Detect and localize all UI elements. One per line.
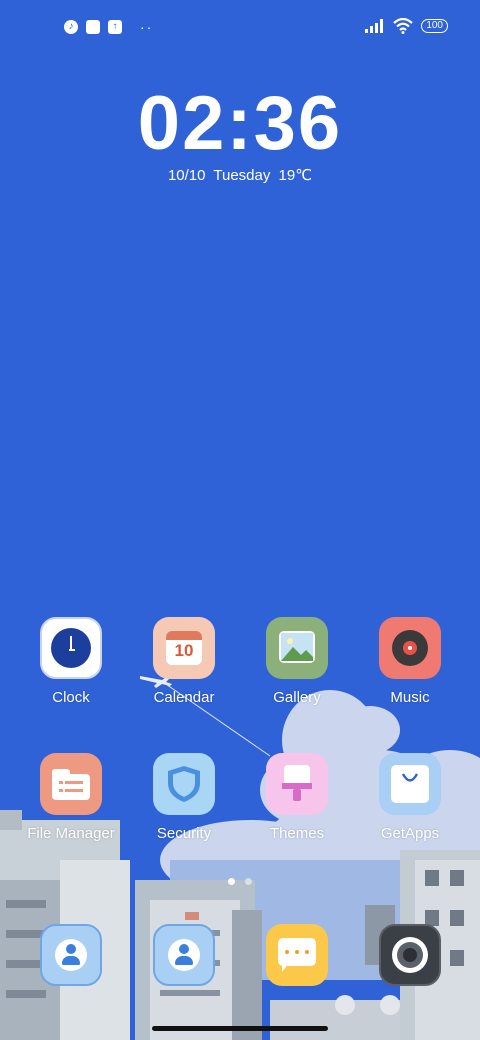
- app-music[interactable]: Music: [360, 617, 460, 706]
- signal-icon: [365, 19, 384, 33]
- music-icon: [379, 617, 441, 679]
- dock-camera[interactable]: [360, 924, 460, 986]
- app-label: Clock: [52, 689, 90, 706]
- clock-date[interactable]: 10/10 Tuesday 19℃: [0, 166, 480, 184]
- dock-messaging[interactable]: [247, 924, 347, 986]
- shopping-bag-icon: [379, 753, 441, 815]
- gallery-icon: [266, 617, 328, 679]
- app-label: File Manager: [27, 825, 115, 842]
- gesture-home-bar[interactable]: [152, 1026, 328, 1031]
- status-bar: ♪ ↑ ·· 100: [0, 14, 480, 42]
- app-getapps[interactable]: GetApps: [360, 753, 460, 842]
- dock-contacts[interactable]: [134, 924, 234, 986]
- app-security[interactable]: Security: [134, 753, 234, 842]
- app-label: Gallery: [273, 689, 321, 706]
- tiktok-icon: ♪: [64, 20, 78, 34]
- app-label: Calendar: [153, 689, 215, 706]
- clock-time[interactable]: 02:36: [0, 84, 480, 164]
- wifi-icon: [393, 18, 414, 34]
- system-icons: 100: [365, 18, 448, 34]
- page-dot-2[interactable]: [245, 878, 252, 885]
- paintbrush-icon: [266, 753, 328, 815]
- phone-icon: [40, 924, 102, 986]
- clock-icon: [40, 617, 102, 679]
- app-label: Security: [156, 825, 212, 842]
- app-label: Themes: [269, 825, 325, 842]
- shield-icon: [153, 753, 215, 815]
- app-file-manager[interactable]: File Manager: [21, 753, 121, 842]
- page-dot-1[interactable]: [228, 878, 235, 885]
- battery-indicator: 100: [421, 19, 448, 33]
- app-clock[interactable]: Clock: [21, 617, 121, 706]
- app-label: Music: [390, 689, 430, 706]
- folder-icon: [40, 753, 102, 815]
- message-icon: [266, 924, 328, 986]
- contacts-icon: [153, 924, 215, 986]
- calendar-icon: 10: [153, 617, 215, 679]
- notification-icons: ♪ ↑ ··: [64, 20, 153, 34]
- app-calendar[interactable]: 10 Calendar: [134, 617, 234, 706]
- more-notifications-icon: ··: [140, 19, 154, 35]
- page-indicator[interactable]: [0, 878, 480, 885]
- camera-icon: [379, 924, 441, 986]
- app-themes[interactable]: Themes: [247, 753, 347, 842]
- square-icon: [86, 20, 100, 34]
- app-label: GetApps: [380, 825, 440, 842]
- calendar-day: 10: [174, 641, 194, 660]
- upload-icon: ↑: [108, 20, 122, 34]
- app-gallery[interactable]: Gallery: [247, 617, 347, 706]
- dock-phone[interactable]: [21, 924, 121, 986]
